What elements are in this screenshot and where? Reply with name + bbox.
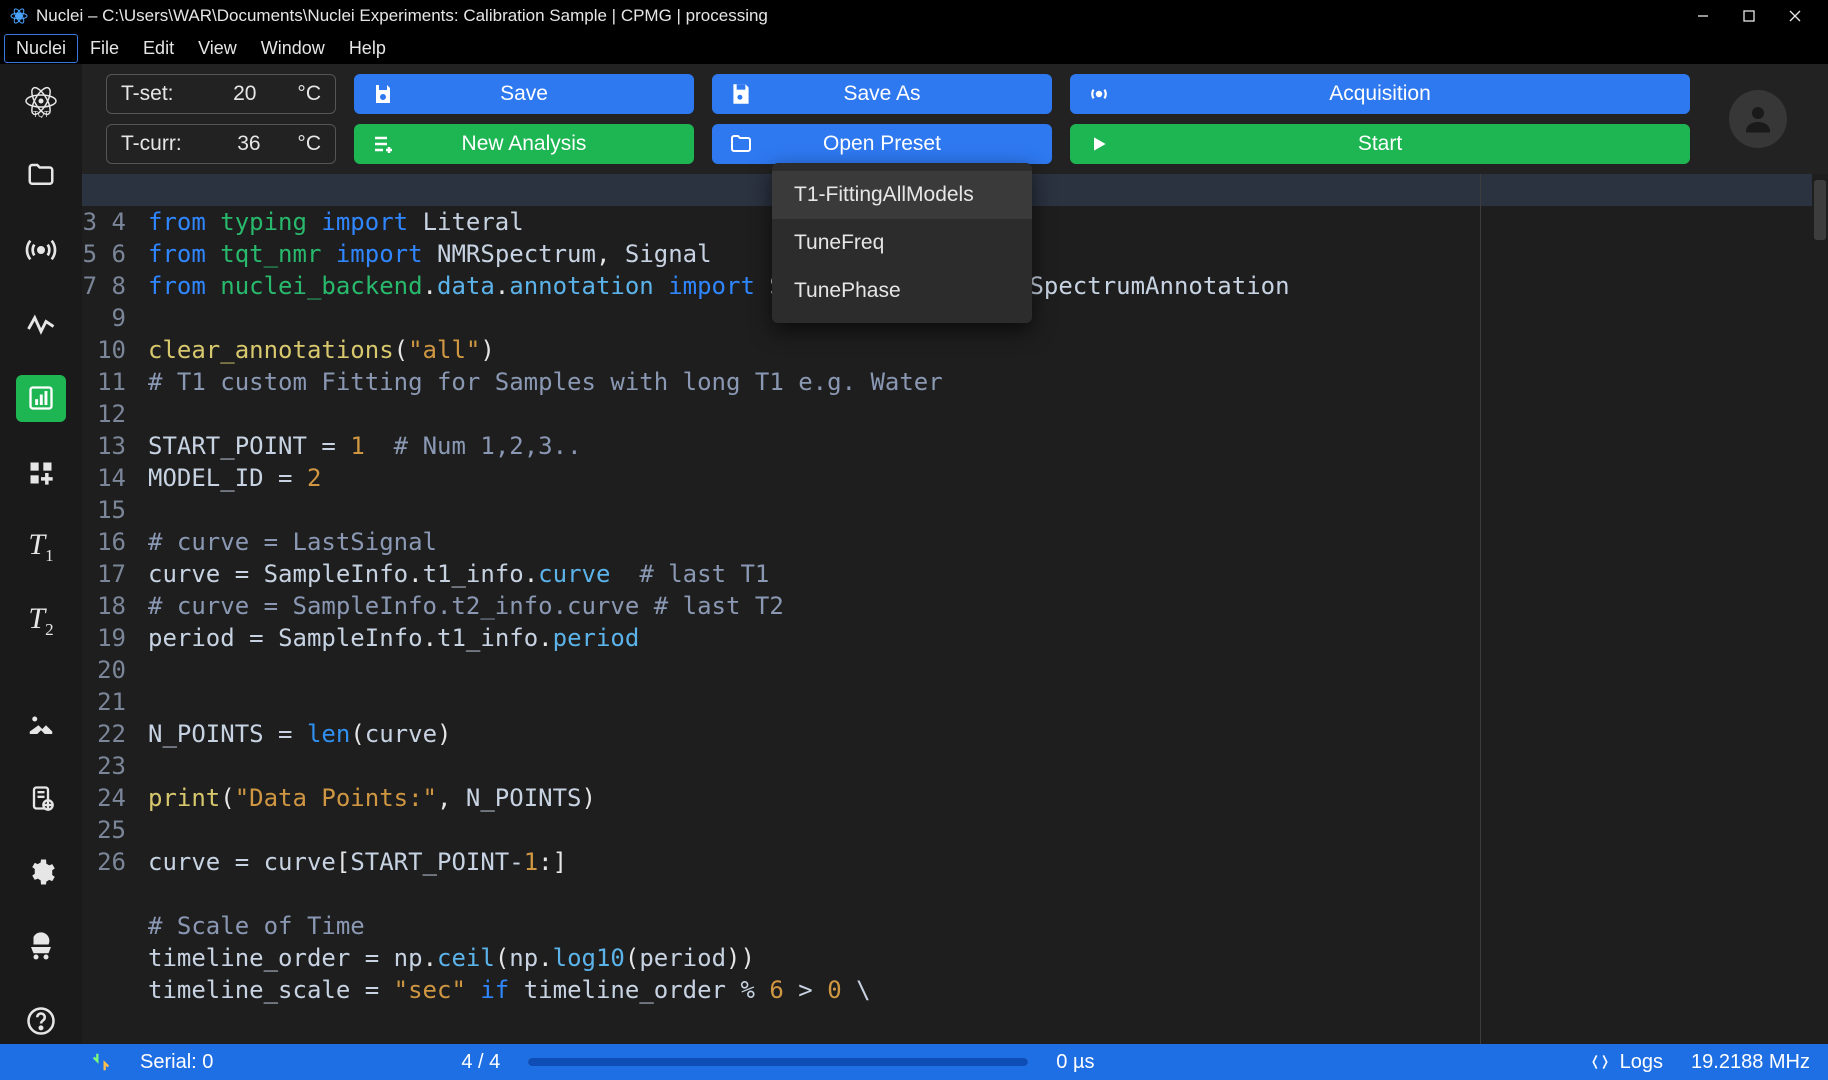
status-progress: [528, 1058, 1028, 1066]
sidebar-item-chart[interactable]: [16, 375, 66, 421]
status-time: 0 µs: [1056, 1051, 1094, 1074]
status-steps: 4 / 4: [461, 1051, 500, 1074]
sidebar-item-device[interactable]: [16, 775, 66, 821]
preset-item[interactable]: TuneFreq: [772, 219, 1032, 267]
preset-item[interactable]: T1-FittingAllModels: [772, 171, 1032, 219]
open-preset-label: Open Preset: [823, 132, 941, 156]
sidebar-item-help[interactable]: [16, 998, 66, 1044]
status-logs[interactable]: Logs: [1590, 1051, 1663, 1074]
sidebar-item-spark[interactable]: [16, 301, 66, 347]
save-as-label: Save As: [843, 82, 920, 106]
window-maximize-button[interactable]: [1726, 0, 1772, 32]
save-label: Save: [500, 82, 548, 106]
menu-item-help[interactable]: Help: [337, 34, 398, 63]
temp-set-label: T-set:: [121, 82, 174, 106]
window-title: Nuclei – C:\Users\WAR\Documents\Nuclei E…: [36, 6, 1680, 26]
temp-set-value: 20: [214, 82, 256, 106]
temperature-set: T-set: 20 °C: [106, 74, 336, 114]
temp-set-unit: °C: [297, 82, 321, 106]
save-as-icon: [728, 81, 754, 107]
menu-item-edit[interactable]: Edit: [131, 34, 186, 63]
statusbar: Serial: 0 4 / 4 0 µs Logs 19.2188 MHz: [0, 1044, 1828, 1080]
window-close-button[interactable]: [1772, 0, 1818, 32]
start-label: Start: [1358, 132, 1402, 156]
save-as-button[interactable]: Save As: [712, 74, 1052, 114]
new-analysis-button[interactable]: New Analysis: [354, 124, 694, 164]
status-frequency[interactable]: 19.2188 MHz: [1691, 1051, 1810, 1074]
sidebar-item-dig[interactable]: [16, 701, 66, 747]
save-icon: [370, 81, 396, 107]
menu-item-window[interactable]: Window: [249, 34, 337, 63]
temp-curr-unit: °C: [297, 132, 321, 156]
svg-text:TQT: TQT: [33, 110, 49, 118]
toolbar: T-set: 20 °C Save Save As Acquisition T-…: [82, 64, 1828, 174]
status-serial[interactable]: Serial: 0: [140, 1051, 213, 1074]
titlebar: Nuclei – C:\Users\WAR\Documents\Nuclei E…: [0, 0, 1828, 32]
temp-curr-label: T-curr:: [121, 132, 182, 156]
broadcast-icon: [1086, 81, 1112, 107]
ruler: [1480, 174, 1481, 1044]
vertical-scrollbar[interactable]: [1812, 174, 1828, 1044]
sidebar-item-widgets[interactable]: [16, 450, 66, 496]
temperature-current: T-curr: 36 °C: [106, 124, 336, 164]
save-button[interactable]: Save: [354, 74, 694, 114]
menu-item-file[interactable]: File: [78, 34, 131, 63]
acquisition-button[interactable]: Acquisition: [1070, 74, 1690, 114]
menu-item-view[interactable]: View: [186, 34, 249, 63]
folder-icon: [728, 131, 754, 157]
line-number-gutter: 1 2 3 4 5 6 7 8 9 10 11 12 13 14 15 16 1…: [82, 174, 138, 1044]
sidebar: TQT T1 T2: [0, 64, 82, 1044]
sidebar-item-tqt[interactable]: TQT: [16, 78, 66, 124]
sidebar-item-broadcast[interactable]: [16, 227, 66, 273]
window-minimize-button[interactable]: [1680, 0, 1726, 32]
open-preset-button[interactable]: Open Preset: [712, 124, 1052, 164]
menubar: NucleiFileEditViewWindowHelp: [0, 32, 1828, 64]
preset-item[interactable]: TunePhase: [772, 267, 1032, 315]
new-analysis-label: New Analysis: [462, 132, 587, 156]
sidebar-item-folder[interactable]: [16, 152, 66, 198]
temp-curr-value: 36: [219, 132, 261, 156]
acquisition-label: Acquisition: [1329, 82, 1431, 106]
status-sync[interactable]: [90, 1051, 112, 1073]
start-button[interactable]: Start: [1070, 124, 1690, 164]
play-icon: [1086, 131, 1112, 157]
sidebar-item-stroller[interactable]: [16, 923, 66, 969]
user-avatar[interactable]: [1729, 90, 1787, 148]
sidebar-item-t1[interactable]: T1: [16, 524, 66, 570]
preset-dropdown[interactable]: T1-FittingAllModelsTuneFreqTunePhase: [772, 163, 1032, 323]
sidebar-item-settings[interactable]: [16, 849, 66, 895]
app-logo-icon: [10, 7, 28, 25]
list-plus-icon: [370, 131, 396, 157]
menu-item-nuclei[interactable]: Nuclei: [4, 34, 78, 63]
sidebar-item-t2[interactable]: T2: [16, 598, 66, 644]
